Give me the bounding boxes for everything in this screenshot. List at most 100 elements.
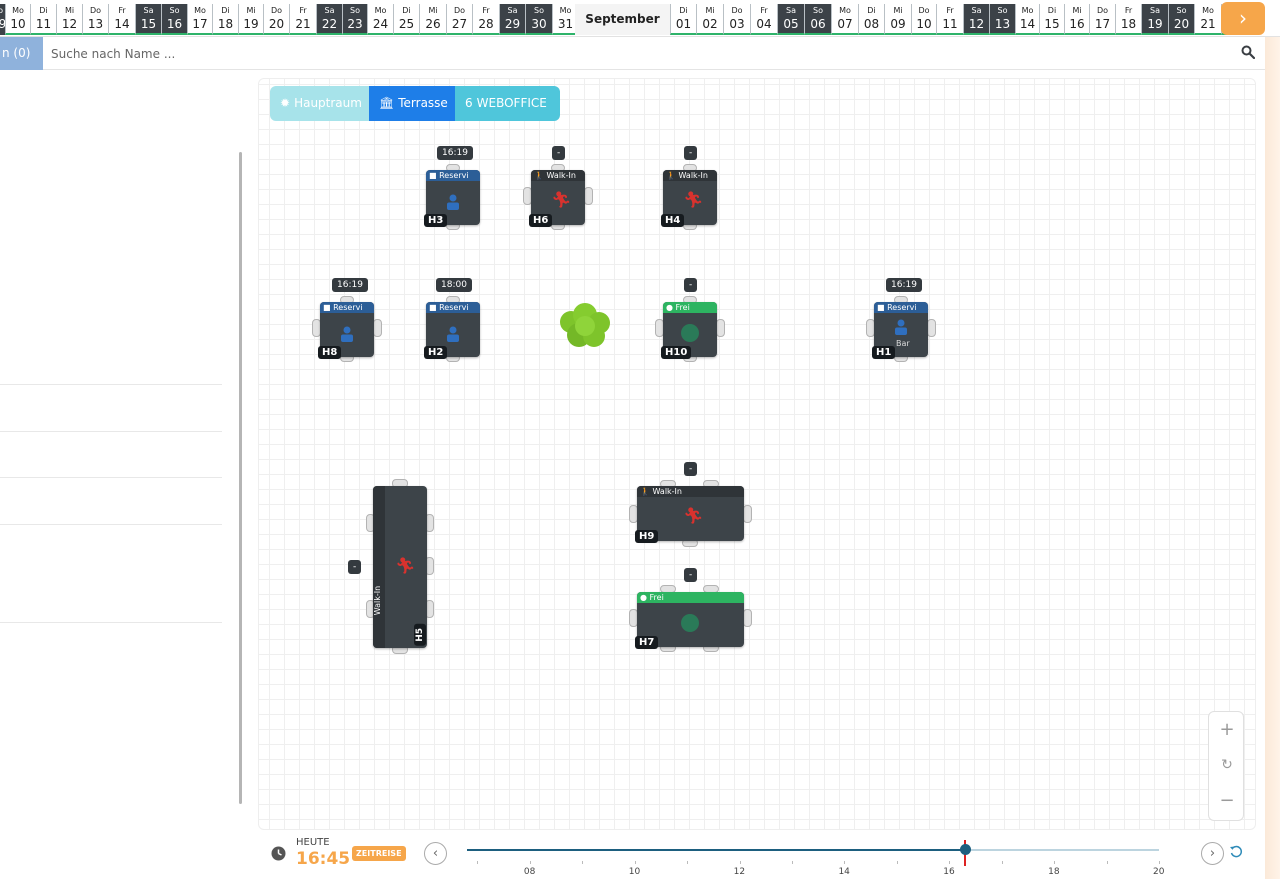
time-tick-label: 12 [733,867,746,877]
date-cell[interactable]: So 13 [989,4,1015,35]
date-cell[interactable]: Di 18 [212,4,238,35]
date-cell[interactable]: Di 08 [858,4,884,35]
date-cell[interactable]: Fr 21 [289,4,316,35]
day-number: 13 [994,17,1011,31]
minus-icon: − [1219,790,1235,811]
table-h6[interactable]: 🚶 Walk-In 🏃︎ H6 [529,170,585,227]
date-cell[interactable]: Do 17 [1089,4,1115,35]
next-dates-button[interactable]: › [1221,2,1265,35]
time-tick-mark [1001,861,1003,864]
date-cell[interactable]: Mi 02 [696,4,723,35]
tab-terrasse[interactable]: 🏛 Terrasse [369,86,455,121]
date-cell[interactable]: So 23 [342,4,367,35]
status-header: ■ Reservi [426,170,480,181]
date-cell[interactable]: Mi 16 [1064,4,1089,35]
table-h10[interactable]: ● Frei H10 [661,302,717,359]
date-cell[interactable]: Mo 07 [831,4,858,35]
date-cell[interactable]: Sa 12 [963,4,989,35]
table-h9[interactable]: 🚶 Walk-In 🏃︎ H9 [635,486,744,543]
day-number: 10 [916,17,932,31]
tab-hauptraum[interactable]: ✹ Hauptraum [270,86,369,121]
date-cell[interactable]: Do 20 [263,4,289,35]
date-cell[interactable]: Mi 12 [56,4,82,35]
floor-plan[interactable] [258,78,1256,830]
prev-time-button[interactable]: ‹ [424,842,447,865]
reset-time-icon[interactable] [1229,845,1243,859]
time-tick-mark [582,861,584,864]
person-icon [447,194,459,210]
weekday-label: Fr [760,6,768,15]
date-cell[interactable]: Sa 15 [135,4,161,35]
walking-person-icon: 🚶 [640,487,653,496]
reserved-icon: ■ [877,303,888,312]
date-cell[interactable]: So 30 [525,4,552,35]
date-cell[interactable]: Do 10 [911,4,936,35]
date-cell[interactable]: Mi 09 [884,4,911,35]
zeitreise-button[interactable]: ZEITREISE [352,846,406,861]
date-cell[interactable]: Di 01 [670,4,696,35]
walking-person-icon: 🏃︎ [551,190,572,209]
table-h4[interactable]: 🚶 Walk-In 🏃︎ H4 [661,170,717,227]
table-time: - [684,278,698,292]
date-cell[interactable]: Fr 28 [472,4,499,35]
panel-splitter[interactable] [239,152,242,804]
zoom-in-button[interactable]: + [1209,713,1245,747]
date-cell[interactable]: Di 11 [30,4,56,35]
search-icon[interactable] [1241,45,1255,59]
day-number: 08 [863,17,880,31]
day-number: 01 [675,17,692,31]
time-tick-mark [949,861,951,864]
date-cell[interactable]: Mo 17 [187,4,212,35]
date-cell[interactable]: Mi 26 [419,4,446,35]
table-h1[interactable]: ■ Reservi Bar H1 [872,302,928,359]
date-cell[interactable]: Sa 29 [499,4,525,35]
date-cell[interactable]: Fr 14 [108,4,135,35]
date-strip: So 09 Mo 10 Di 11 Mi 12 Do 13 Fr 14 Sa 15 So 16 Mo 17 Di… [0,0,1280,37]
filter-chip[interactable]: n (0) [0,37,43,70]
date-cell[interactable]: Do 03 [723,4,750,35]
day-number: 24 [372,17,389,31]
date-cell[interactable]: Sa 19 [1141,4,1168,35]
date-cell[interactable]: Do 27 [446,4,472,35]
date-cell[interactable]: Fr 04 [750,4,777,35]
date-cell[interactable]: Sa 05 [777,4,804,35]
date-cell[interactable]: Mo 24 [367,4,393,35]
date-cell[interactable]: So 06 [804,4,831,35]
day-number: 29 [504,17,521,31]
search-input[interactable] [51,37,1201,70]
weekday-label: So [813,6,823,15]
date-cell[interactable]: Fr 18 [1115,4,1141,35]
weekday-label: So [1176,6,1187,15]
table-h8[interactable]: ■ Reservi H8 [318,302,374,359]
weekday-label: Sa [143,6,154,15]
day-number: 10 [10,17,26,31]
date-cell[interactable]: Mo 14 [1015,4,1039,35]
table-h7[interactable]: ● Frei H7 [635,592,744,649]
table-h3[interactable]: ■ Reservi H3 [424,170,480,227]
date-cell[interactable]: Di 15 [1039,4,1064,35]
date-cell[interactable]: Mo 10 [5,4,30,35]
table-h5[interactable]: Walk-In 🏃︎ H5 [373,486,427,648]
zoom-out-button[interactable]: − [1209,784,1245,818]
date-cell[interactable]: So 16 [161,4,187,35]
date-cell[interactable]: Sa 22 [316,4,342,35]
day-number: 18 [1120,17,1137,31]
date-cell[interactable]: Fr 11 [936,4,963,35]
table-time: - [552,146,566,160]
date-cell[interactable]: Mi 19 [238,4,263,35]
status-label: Walk-In [546,171,576,180]
date-cell[interactable]: Mo 21 [1194,4,1221,35]
walking-person-icon: 🚶 [534,171,547,180]
date-cell[interactable]: Di 25 [393,4,419,35]
next-time-button[interactable]: › [1201,842,1224,865]
table-id: H2 [424,346,448,359]
table-time: - [684,462,698,476]
tab-weboffice[interactable]: 6 WEBOFFICE [455,86,560,121]
date-cell[interactable]: So 20 [1168,4,1194,35]
chair [743,609,752,627]
status-label: Walk-In [678,171,708,180]
table-h2[interactable]: ■ Reservi H2 [424,302,480,359]
time-slider-handle[interactable] [959,844,971,855]
date-cell[interactable]: Do 13 [82,4,108,35]
reset-view-button[interactable]: ↻ [1209,748,1245,782]
